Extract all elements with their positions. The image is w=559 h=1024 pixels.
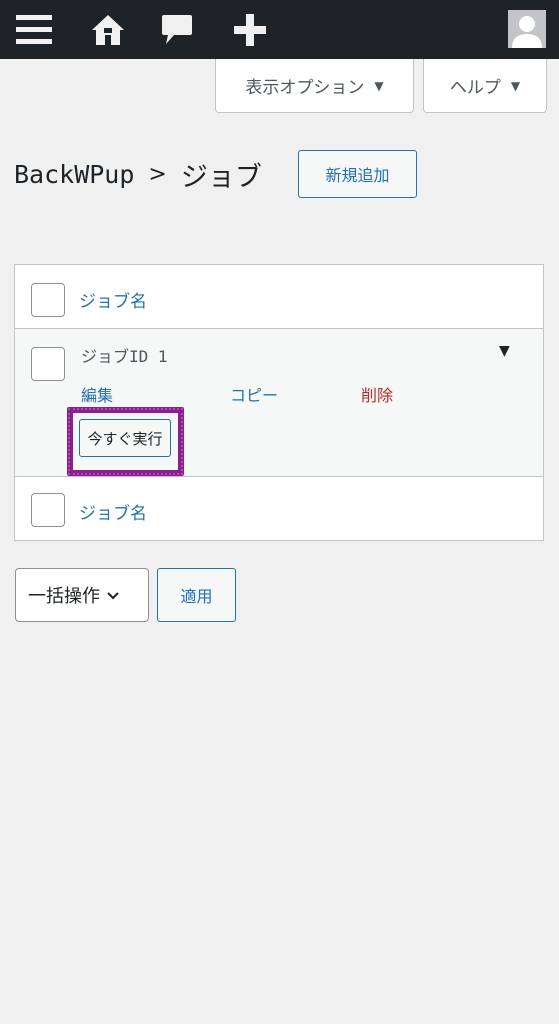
page-title: BackWPup > ジョブ <box>14 152 262 196</box>
plus-icon[interactable] <box>226 0 274 59</box>
plugin-title: BackWPup <box>14 159 135 189</box>
screen-options-label: 表示オプション <box>245 78 365 98</box>
apply-button[interactable]: 適用 <box>157 568 236 622</box>
screen-options-button[interactable]: 表示オプション ▼ <box>215 59 414 113</box>
table-header-row: ジョブ名 <box>15 265 543 329</box>
help-button[interactable]: ヘルプ ▼ <box>423 59 547 113</box>
page-subtitle: ジョブ <box>180 161 262 193</box>
row-checkbox[interactable] <box>31 347 65 381</box>
column-header-job-name[interactable]: ジョブ名 <box>79 287 147 312</box>
edit-link[interactable]: 編集 <box>81 382 113 406</box>
jobs-table: ジョブ名 ジョブID 1 ▼ 編集 コピー 削除 今すぐ実行 ジョブ名 <box>14 264 544 541</box>
caret-down-icon: ▼ <box>510 78 521 93</box>
table-footer-row: ジョブ名 <box>15 477 543 540</box>
admin-bar <box>0 0 559 59</box>
table-row: ジョブID 1 ▼ 編集 コピー 削除 今すぐ実行 <box>15 329 543 477</box>
comments-icon[interactable] <box>155 0 199 59</box>
run-now-button[interactable]: 今すぐ実行 <box>79 419 171 457</box>
home-icon[interactable] <box>86 0 130 59</box>
chevron-down-icon <box>106 585 120 606</box>
toggle-row-icon[interactable]: ▼ <box>499 343 510 359</box>
menu-icon[interactable] <box>12 0 56 59</box>
bulk-actions-select[interactable]: 一括操作 <box>15 568 149 622</box>
column-footer-job-name[interactable]: ジョブ名 <box>79 499 147 524</box>
copy-link[interactable]: コピー <box>230 382 278 406</box>
user-avatar-icon[interactable] <box>508 10 546 48</box>
job-name: ジョブID 1 <box>81 347 168 366</box>
help-label: ヘルプ <box>449 78 501 98</box>
caret-down-icon: ▼ <box>374 78 384 93</box>
delete-link[interactable]: 削除 <box>361 382 393 406</box>
add-new-button[interactable]: 新規追加 <box>298 150 417 198</box>
select-all-checkbox-footer[interactable] <box>31 493 65 527</box>
bulk-actions-label: 一括操作 <box>28 586 100 607</box>
breadcrumb-separator: > <box>148 161 167 187</box>
select-all-checkbox[interactable] <box>31 283 65 317</box>
